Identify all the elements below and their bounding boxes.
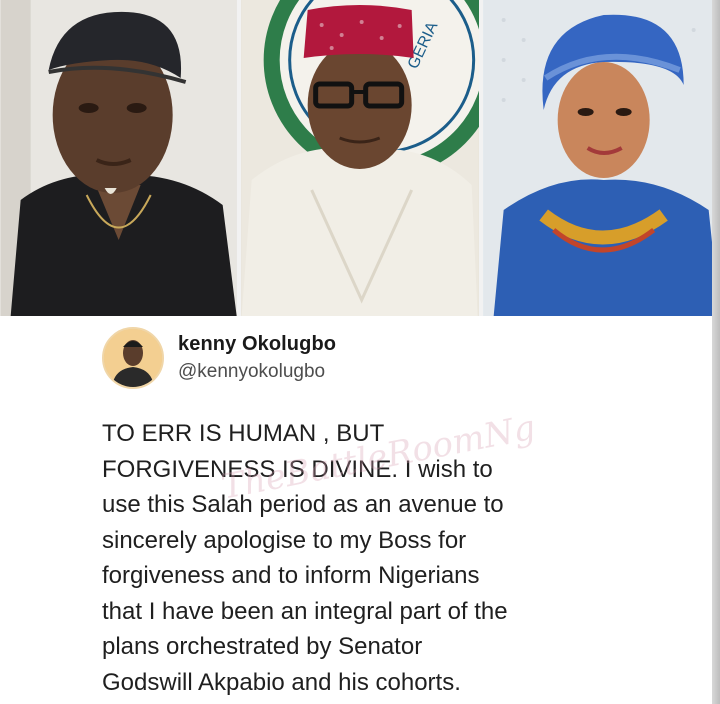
photo-woman-blue-gele (482, 0, 720, 316)
tweet-line: that I have been an integral part of the (102, 597, 508, 625)
scrollbar-edge[interactable] (712, 0, 720, 704)
tweet-text: TO ERR IS HUMAN , BUT FORGIVENESS IS DIV… (102, 416, 612, 700)
user-block: kenny Okolugbo @kennyokolugbo (178, 333, 336, 383)
tweet-line: Godswill Akpabio and his cohorts. (102, 668, 461, 696)
photo-man-black-cap (0, 0, 238, 316)
woman-blue-gele-photo (483, 0, 720, 316)
tweet-card: kenny Okolugbo @kennyokolugbo TO ERR IS … (0, 316, 712, 704)
avatar-photo-icon (104, 329, 162, 387)
photo-strip: GERIA (0, 0, 720, 316)
display-name[interactable]: kenny Okolugbo (178, 333, 336, 356)
tweet-header: kenny Okolugbo @kennyokolugbo (102, 327, 336, 389)
tweet-line: sincerely apologise to my Boss for (102, 526, 467, 554)
avatar[interactable] (102, 327, 164, 389)
tweet-line: use this Salah period as an avenue to (102, 491, 504, 518)
tweet-line: plans orchestrated by Senator (102, 633, 423, 660)
photo-senator-red-cap: GERIA (241, 0, 479, 316)
tweet-line: FORGIVENESS IS DIVINE. I wish to (102, 455, 493, 483)
tweet-line: TO ERR IS HUMAN , BUT (102, 420, 385, 447)
senator-red-cap-photo: GERIA (241, 0, 479, 316)
man-in-black-cap-photo (0, 0, 237, 316)
user-handle[interactable]: @kennyokolugbo (178, 361, 336, 383)
tweet-line: forgiveness and to inform Nigerians (102, 562, 480, 589)
